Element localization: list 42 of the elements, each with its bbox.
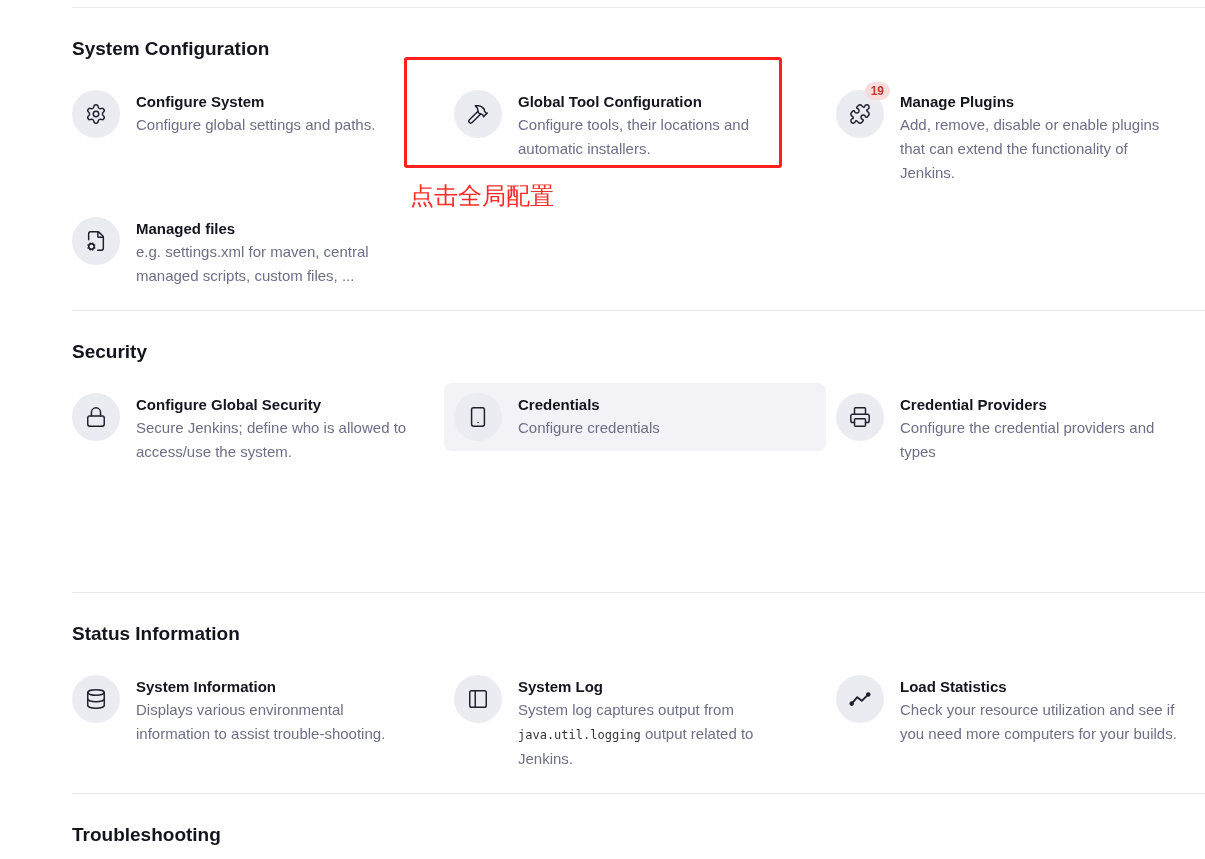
section-heading: System Configuration	[71, 37, 271, 61]
manage-item[interactable]: Configure System Configure global settings and paths.	[62, 80, 386, 148]
item-title: Configure System	[136, 92, 266, 112]
count-badge: 19	[864, 82, 890, 100]
item-title: Credential Providers	[900, 395, 1048, 415]
item-title: Managed files	[136, 219, 237, 239]
item-title: Credentials	[518, 395, 601, 415]
item-title: Load Statistics	[900, 677, 1008, 697]
item-description: Configure global settings and paths.	[136, 115, 376, 135]
item-description: Displays various environmental information to assist trouble-shooting.	[136, 700, 387, 744]
section-heading: Status Information	[71, 622, 241, 646]
puzzle-piece-icon	[849, 103, 871, 125]
manage-item[interactable]: Configure Global Security Secure Jenkins; define who is allowed to access/use the system.	[62, 383, 426, 474]
lock-icon	[85, 406, 107, 428]
settings-icon	[85, 103, 107, 125]
item-title: Configure Global Security	[136, 395, 323, 415]
item-description: Add, remove, disable or enable plugins that can extend the functionality of Jenkins.	[900, 115, 1161, 183]
file-gear-icon	[85, 230, 107, 252]
printer-icon	[849, 406, 871, 428]
item-title: System Log	[518, 677, 605, 697]
item-title: Global Tool Configuration	[518, 92, 703, 112]
item-title: Manage Plugins	[900, 92, 1016, 112]
database-icon	[85, 688, 107, 710]
manage-item[interactable]: System Log System log captures output from java.util.logging output related to Jenkins.	[444, 665, 808, 781]
item-description: e.g. settings.xml for maven, central managed scripts, custom files, ...	[136, 242, 370, 286]
item-description: Configure credentials	[518, 418, 660, 438]
hammer-icon	[467, 103, 489, 125]
item-description: Secure Jenkins; define who is allowed to access/use the system.	[136, 418, 408, 462]
manage-item[interactable]: Credential Providers Configure the credential providers and types	[826, 383, 1190, 474]
item-description: Configure the credential providers and types	[900, 418, 1156, 462]
manage-item[interactable]: Load Statistics Check your resource utilization and see if you need more computers for your builds.	[826, 665, 1190, 756]
manage-item[interactable]: Global Tool Configuration Configure tools, their locations and automatic installers.	[444, 80, 808, 171]
section-heading: Security	[71, 340, 148, 364]
item-title: System Information	[136, 677, 278, 697]
item-description: Check your resource utilization and see if you need more computers for your builds.	[900, 700, 1178, 744]
panel-icon	[467, 688, 489, 710]
section-heading: Troubleshooting	[71, 823, 222, 847]
item-description: System log captures output from java.util.logging output related to Jenkins.	[518, 700, 755, 769]
item-description: Configure tools, their locations and automatic installers.	[518, 115, 750, 159]
manage-item[interactable]: 19 Manage Plugins Add, remove, disable or enable plugins that can extend the functionality of Jenkins.	[826, 80, 1190, 195]
manage-item[interactable]: System Information Displays various environmental information to assist trouble-shooting.	[62, 665, 426, 756]
manage-item[interactable]: Credentials Configure credentials	[444, 383, 826, 451]
